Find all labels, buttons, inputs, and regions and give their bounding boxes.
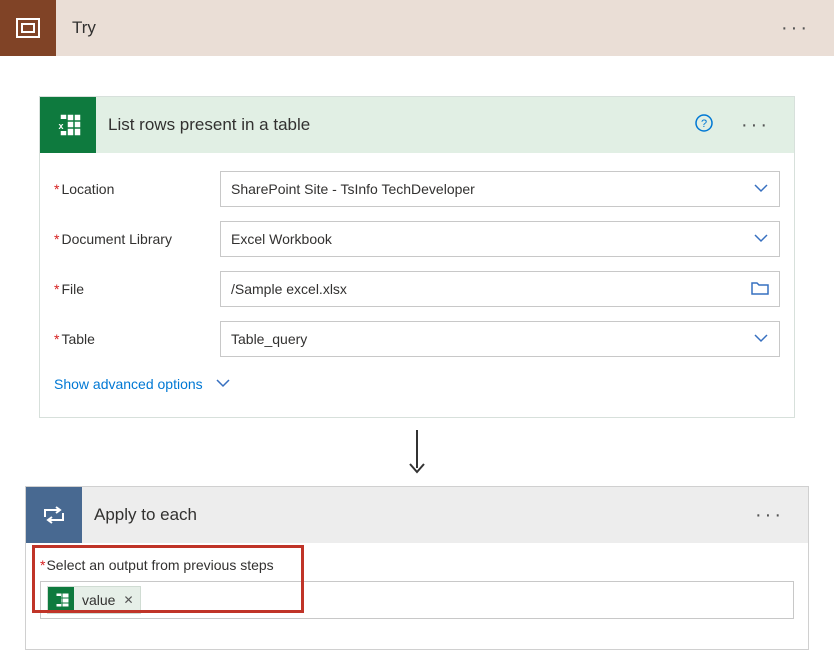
location-value: SharePoint Site - TsInfo TechDeveloper [231, 181, 475, 197]
library-value: Excel Workbook [231, 231, 332, 247]
action-body: *Location SharePoint Site - TsInfo TechD… [40, 153, 794, 417]
action-card-apply-to-each: Apply to each ··· *Select an output from… [25, 486, 809, 650]
location-label: *Location [54, 181, 220, 197]
scope-frame-icon [16, 18, 40, 38]
table-label: *Table [54, 331, 220, 347]
table-value: Table_query [231, 331, 307, 347]
arrow-down-icon [407, 428, 427, 476]
scope-header: Try ··· [0, 0, 834, 56]
library-label: *Document Library [54, 231, 220, 247]
dynamic-content-token[interactable]: value ✕ [47, 586, 141, 614]
select-output-field[interactable]: value ✕ [40, 581, 794, 619]
chevron-down-icon [753, 330, 769, 348]
excel-token-icon [48, 587, 74, 613]
excel-icon: x [40, 97, 96, 153]
folder-icon[interactable] [751, 281, 769, 298]
loop-arrows-icon [41, 503, 67, 527]
svg-text:?: ? [701, 118, 707, 130]
advanced-label: Show advanced options [54, 376, 203, 392]
help-icon[interactable]: ? [695, 114, 713, 137]
show-advanced-toggle[interactable]: Show advanced options [54, 375, 780, 393]
flow-arrow [0, 428, 834, 476]
action-header[interactable]: x List rows present in a table ? ··· [40, 97, 794, 153]
location-dropdown[interactable]: SharePoint Site - TsInfo TechDeveloper [220, 171, 780, 207]
scope-title: Try [72, 18, 773, 38]
action-card-list-rows: x List rows present in a table ? ··· *Lo… [39, 96, 795, 418]
scope-menu-button[interactable]: ··· [773, 17, 818, 40]
chevron-down-icon [215, 375, 231, 393]
apply-title: Apply to each [94, 505, 747, 525]
chevron-down-icon [753, 230, 769, 248]
apply-header[interactable]: Apply to each ··· [26, 487, 808, 543]
loop-icon [26, 487, 82, 543]
file-label: *File [54, 281, 220, 297]
file-picker[interactable]: /Sample excel.xlsx [220, 271, 780, 307]
excel-grid-icon: x [53, 111, 83, 139]
library-dropdown[interactable]: Excel Workbook [220, 221, 780, 257]
scope-icon [0, 0, 56, 56]
token-remove-button[interactable]: ✕ [123, 593, 133, 607]
action-menu-button[interactable]: ··· [733, 114, 778, 137]
svg-text:x: x [58, 121, 63, 131]
apply-body: *Select an output from previous steps [26, 543, 808, 649]
table-dropdown[interactable]: Table_query [220, 321, 780, 357]
select-output-label: *Select an output from previous steps [40, 557, 794, 573]
token-label: value [82, 592, 115, 608]
chevron-down-icon [753, 180, 769, 198]
file-value: /Sample excel.xlsx [231, 281, 347, 297]
apply-menu-button[interactable]: ··· [747, 504, 792, 527]
action-title: List rows present in a table [108, 115, 695, 135]
